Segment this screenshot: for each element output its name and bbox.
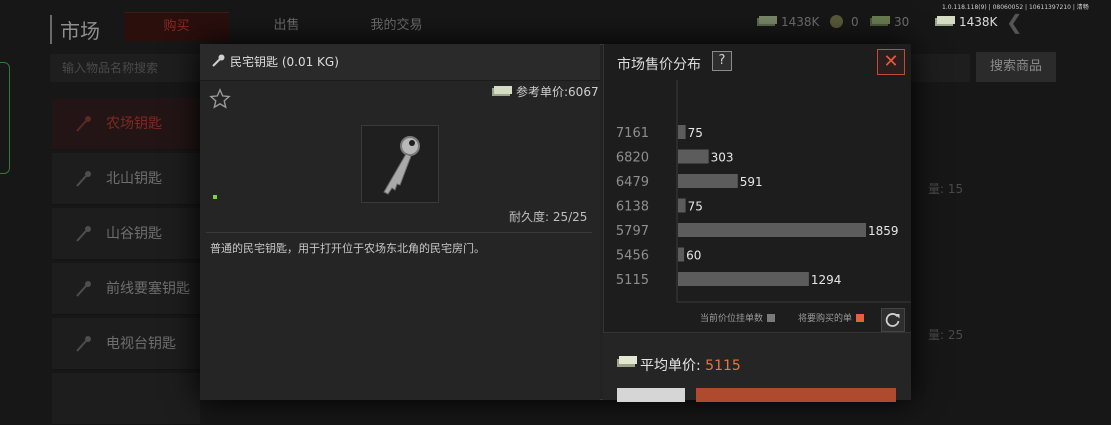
- price-bar: [678, 174, 738, 188]
- favorite-star-icon[interactable]: [209, 88, 231, 110]
- legend-swatch: [767, 314, 776, 322]
- help-button[interactable]: ?: [712, 51, 732, 71]
- category-label: 农场钥匙: [106, 116, 162, 132]
- category-item[interactable]: 电视台钥匙: [52, 318, 200, 370]
- key-icon: [76, 281, 91, 297]
- reference-price: 参考单价:6067: [492, 83, 599, 100]
- key-icon: [76, 336, 91, 352]
- average-price: 平均单价: 5115: [640, 358, 741, 374]
- price-bar: [678, 247, 685, 262]
- price-bar: [678, 198, 686, 213]
- key-icon: [76, 226, 91, 242]
- category-item[interactable]: 北山钥匙: [52, 153, 200, 205]
- background-coins: 0: [830, 12, 859, 32]
- page-title: 市场: [50, 15, 100, 44]
- y-tick-label: 5797: [616, 224, 649, 239]
- price-bar: [678, 272, 809, 286]
- category-item[interactable]: 前线要塞钥匙: [52, 263, 200, 315]
- category-item[interactable]: [52, 373, 200, 425]
- bar-value-label: 75: [688, 200, 703, 214]
- category-label: 北山钥匙: [106, 171, 162, 187]
- average-price-value: 5115: [705, 358, 741, 374]
- tab-my-trades[interactable]: 我的交易: [344, 12, 449, 40]
- key-icon: [76, 116, 91, 132]
- bar-value-label: 1859: [868, 224, 899, 238]
- y-tick-label: 6479: [616, 175, 649, 190]
- y-tick-label: 6138: [616, 200, 649, 215]
- price-bar: [678, 149, 709, 164]
- tab-buy[interactable]: 购买: [124, 12, 229, 41]
- bar-value-label: 60: [686, 249, 701, 263]
- search-button[interactable]: 搜索商品: [976, 52, 1056, 82]
- item-description: 普通的民宅钥匙，用于打开位于农场东北角的民宅房门。: [210, 242, 485, 255]
- price-bar: [678, 223, 866, 237]
- chart-title: 市场售价分布: [617, 57, 701, 73]
- y-tick-label: 6820: [616, 151, 649, 166]
- coin-icon: [830, 15, 843, 28]
- background-cash: 1438K: [757, 12, 819, 32]
- bar-value-label: 591: [740, 175, 763, 189]
- close-button[interactable]: ✕: [877, 49, 905, 75]
- y-tick-label: 5115: [616, 273, 649, 288]
- background-listing-text: 量: 15: [928, 182, 964, 196]
- category-item[interactable]: 农场钥匙: [52, 98, 200, 150]
- category-label: 山谷钥匙: [106, 226, 162, 242]
- key-icon: [76, 171, 91, 187]
- price-bar: [678, 125, 686, 139]
- bond-icon: [870, 16, 890, 26]
- cash-icon: [757, 16, 777, 26]
- category-label: 电视台钥匙: [106, 336, 176, 352]
- status-dot: [213, 195, 217, 199]
- item-image: [361, 125, 439, 203]
- price-distribution-chart: 7161 75 6820 303 6479 591 6138 75 5797 1859 5456 60…: [616, 80, 911, 303]
- legend-swatch: [856, 314, 865, 322]
- background-bonds: 30: [870, 12, 909, 32]
- bar-value-label: 75: [688, 126, 703, 140]
- refresh-icon: [885, 313, 900, 327]
- category-item[interactable]: 山谷钥匙: [52, 208, 200, 260]
- category-label: 前线要塞钥匙: [106, 281, 190, 297]
- cash-icon: [492, 86, 512, 96]
- house-key-icon: [383, 136, 420, 195]
- background-listing-text: 量: 25: [928, 328, 964, 342]
- item-name: 民宅钥匙 (0.01 KG): [230, 55, 339, 69]
- cash-icon: [617, 356, 637, 367]
- back-chevron-icon[interactable]: ❮: [1006, 10, 1023, 34]
- y-tick-label: 7161: [616, 126, 649, 141]
- durability: 耐久度: 25/25: [509, 210, 588, 224]
- legend-buy-orders: 将要购买的单: [798, 311, 865, 324]
- key-icon: [212, 54, 225, 67]
- bar-value-label: 1294: [811, 273, 842, 287]
- left-edge-frame: [0, 62, 10, 174]
- legend-current-orders: 当前价位挂单数: [700, 311, 776, 324]
- tab-sell[interactable]: 出售: [234, 12, 339, 40]
- y-tick-label: 5456: [616, 249, 649, 264]
- cash-icon: [935, 16, 955, 26]
- bar-value-label: 303: [711, 151, 734, 165]
- cash-balance: 1438K: [935, 12, 997, 32]
- refresh-button[interactable]: [881, 308, 905, 332]
- divider: [206, 232, 592, 233]
